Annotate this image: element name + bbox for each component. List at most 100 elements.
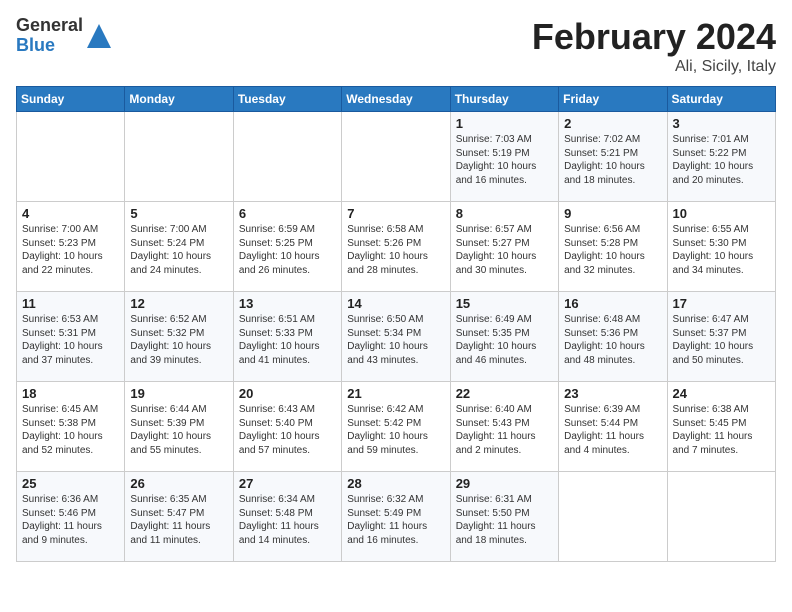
calendar-cell: 28 Sunrise: 6:32 AM Sunset: 5:49 PM Dayli…	[342, 472, 450, 562]
day-number: 9	[564, 206, 661, 221]
day-number: 13	[239, 296, 336, 311]
day-of-week-header: Sunday	[17, 87, 125, 112]
cell-content: Sunrise: 6:43 AM Sunset: 5:40 PM Dayligh…	[239, 403, 336, 457]
calendar-cell: 2 Sunrise: 7:02 AM Sunset: 5:21 PM Daylig…	[559, 112, 667, 202]
calendar-cell	[233, 112, 341, 202]
day-number: 16	[564, 296, 661, 311]
day-of-week-header: Saturday	[667, 87, 775, 112]
cell-content: Sunrise: 6:32 AM Sunset: 5:49 PM Dayligh…	[347, 493, 444, 547]
calendar-cell: 20 Sunrise: 6:43 AM Sunset: 5:40 PM Dayli…	[233, 382, 341, 472]
cell-content: Sunrise: 6:53 AM Sunset: 5:31 PM Dayligh…	[22, 313, 119, 367]
calendar-cell: 6Sunrise: 6:59 AM Sunset: 5:25 PM Daylig…	[233, 202, 341, 292]
cell-content: Sunrise: 6:55 AM Sunset: 5:30 PM Dayligh…	[673, 223, 770, 277]
day-number: 27	[239, 476, 336, 491]
calendar-cell: 16Sunrise: 6:48 AM Sunset: 5:36 PM Dayli…	[559, 292, 667, 382]
calendar-body: 1 Sunrise: 7:03 AM Sunset: 5:19 PM Daylig…	[17, 112, 776, 562]
cell-content: Sunrise: 6:57 AM Sunset: 5:27 PM Dayligh…	[456, 223, 553, 277]
logo-blue: Blue	[16, 36, 83, 56]
calendar-header: SundayMondayTuesdayWednesdayThursdayFrid…	[17, 87, 776, 112]
day-number: 11	[22, 296, 119, 311]
day-number: 21	[347, 386, 444, 401]
cell-content: Sunrise: 6:58 AM Sunset: 5:26 PM Dayligh…	[347, 223, 444, 277]
calendar-cell: 5Sunrise: 7:00 AM Sunset: 5:24 PM Daylig…	[125, 202, 233, 292]
cell-content: Sunrise: 7:01 AM Sunset: 5:22 PM Dayligh…	[673, 133, 770, 187]
cell-content: Sunrise: 6:51 AM Sunset: 5:33 PM Dayligh…	[239, 313, 336, 367]
day-of-week-header: Monday	[125, 87, 233, 112]
logo: General Blue	[16, 16, 113, 56]
cell-content: Sunrise: 6:34 AM Sunset: 5:48 PM Dayligh…	[239, 493, 336, 547]
cell-content: Sunrise: 6:36 AM Sunset: 5:46 PM Dayligh…	[22, 493, 119, 547]
calendar-cell: 27 Sunrise: 6:34 AM Sunset: 5:48 PM Dayli…	[233, 472, 341, 562]
cell-content: Sunrise: 6:45 AM Sunset: 5:38 PM Dayligh…	[22, 403, 119, 457]
day-number: 5	[130, 206, 227, 221]
calendar-cell: 17Sunrise: 6:47 AM Sunset: 5:37 PM Dayli…	[667, 292, 775, 382]
calendar-cell: 22 Sunrise: 6:40 AM Sunset: 5:43 PM Dayli…	[450, 382, 558, 472]
location-subtitle: Ali, Sicily, Italy	[532, 58, 776, 76]
cell-content: Sunrise: 6:52 AM Sunset: 5:32 PM Dayligh…	[130, 313, 227, 367]
header-row: SundayMondayTuesdayWednesdayThursdayFrid…	[17, 87, 776, 112]
calendar-cell: 11 Sunrise: 6:53 AM Sunset: 5:31 PM Dayli…	[17, 292, 125, 382]
calendar-cell: 25 Sunrise: 6:36 AM Sunset: 5:46 PM Dayli…	[17, 472, 125, 562]
day-number: 12	[130, 296, 227, 311]
cell-content: Sunrise: 6:56 AM Sunset: 5:28 PM Dayligh…	[564, 223, 661, 277]
day-number: 22	[456, 386, 553, 401]
day-number: 24	[673, 386, 770, 401]
calendar-cell: 1 Sunrise: 7:03 AM Sunset: 5:19 PM Daylig…	[450, 112, 558, 202]
calendar-cell: 10Sunrise: 6:55 AM Sunset: 5:30 PM Dayli…	[667, 202, 775, 292]
day-number: 4	[22, 206, 119, 221]
day-number: 7	[347, 206, 444, 221]
calendar-cell: 29 Sunrise: 6:31 AM Sunset: 5:50 PM Dayli…	[450, 472, 558, 562]
day-of-week-header: Thursday	[450, 87, 558, 112]
calendar-cell: 26Sunrise: 6:35 AM Sunset: 5:47 PM Dayli…	[125, 472, 233, 562]
cell-content: Sunrise: 6:50 AM Sunset: 5:34 PM Dayligh…	[347, 313, 444, 367]
day-of-week-header: Friday	[559, 87, 667, 112]
cell-content: Sunrise: 6:39 AM Sunset: 5:44 PM Dayligh…	[564, 403, 661, 457]
day-number: 6	[239, 206, 336, 221]
calendar-cell: 3 Sunrise: 7:01 AM Sunset: 5:22 PM Daylig…	[667, 112, 775, 202]
day-number: 28	[347, 476, 444, 491]
calendar-cell	[667, 472, 775, 562]
calendar-week-row: 4 Sunrise: 7:00 AM Sunset: 5:23 PM Daylig…	[17, 202, 776, 292]
month-year-title: February 2024	[532, 16, 776, 58]
cell-content: Sunrise: 6:38 AM Sunset: 5:45 PM Dayligh…	[673, 403, 770, 457]
day-number: 29	[456, 476, 553, 491]
calendar-cell: 7 Sunrise: 6:58 AM Sunset: 5:26 PM Daylig…	[342, 202, 450, 292]
day-number: 19	[130, 386, 227, 401]
day-number: 8	[456, 206, 553, 221]
calendar-cell: 15 Sunrise: 6:49 AM Sunset: 5:35 PM Dayli…	[450, 292, 558, 382]
cell-content: Sunrise: 7:00 AM Sunset: 5:23 PM Dayligh…	[22, 223, 119, 277]
cell-content: Sunrise: 7:02 AM Sunset: 5:21 PM Dayligh…	[564, 133, 661, 187]
cell-content: Sunrise: 6:44 AM Sunset: 5:39 PM Dayligh…	[130, 403, 227, 457]
calendar-cell: 13 Sunrise: 6:51 AM Sunset: 5:33 PM Dayli…	[233, 292, 341, 382]
day-number: 15	[456, 296, 553, 311]
calendar-cell	[17, 112, 125, 202]
calendar-cell: 4 Sunrise: 7:00 AM Sunset: 5:23 PM Daylig…	[17, 202, 125, 292]
day-number: 1	[456, 116, 553, 131]
logo-general: General	[16, 16, 83, 36]
calendar-cell: 12 Sunrise: 6:52 AM Sunset: 5:32 PM Dayli…	[125, 292, 233, 382]
cell-content: Sunrise: 6:40 AM Sunset: 5:43 PM Dayligh…	[456, 403, 553, 457]
day-number: 25	[22, 476, 119, 491]
cell-content: Sunrise: 7:03 AM Sunset: 5:19 PM Dayligh…	[456, 133, 553, 187]
day-of-week-header: Tuesday	[233, 87, 341, 112]
title-block: February 2024 Ali, Sicily, Italy	[532, 16, 776, 76]
calendar-table: SundayMondayTuesdayWednesdayThursdayFrid…	[16, 86, 776, 562]
day-number: 18	[22, 386, 119, 401]
cell-content: Sunrise: 6:49 AM Sunset: 5:35 PM Dayligh…	[456, 313, 553, 367]
page-header: General Blue February 2024 Ali, Sicily, …	[16, 16, 776, 76]
cell-content: Sunrise: 6:42 AM Sunset: 5:42 PM Dayligh…	[347, 403, 444, 457]
day-number: 20	[239, 386, 336, 401]
calendar-week-row: 11 Sunrise: 6:53 AM Sunset: 5:31 PM Dayli…	[17, 292, 776, 382]
calendar-week-row: 1 Sunrise: 7:03 AM Sunset: 5:19 PM Daylig…	[17, 112, 776, 202]
logo-text: General Blue	[16, 16, 83, 56]
calendar-cell	[125, 112, 233, 202]
calendar-cell	[559, 472, 667, 562]
day-number: 2	[564, 116, 661, 131]
calendar-cell: 18 Sunrise: 6:45 AM Sunset: 5:38 PM Dayli…	[17, 382, 125, 472]
day-number: 3	[673, 116, 770, 131]
calendar-week-row: 25 Sunrise: 6:36 AM Sunset: 5:46 PM Dayli…	[17, 472, 776, 562]
day-of-week-header: Wednesday	[342, 87, 450, 112]
calendar-week-row: 18 Sunrise: 6:45 AM Sunset: 5:38 PM Dayli…	[17, 382, 776, 472]
cell-content: Sunrise: 6:31 AM Sunset: 5:50 PM Dayligh…	[456, 493, 553, 547]
calendar-cell: 21 Sunrise: 6:42 AM Sunset: 5:42 PM Dayli…	[342, 382, 450, 472]
